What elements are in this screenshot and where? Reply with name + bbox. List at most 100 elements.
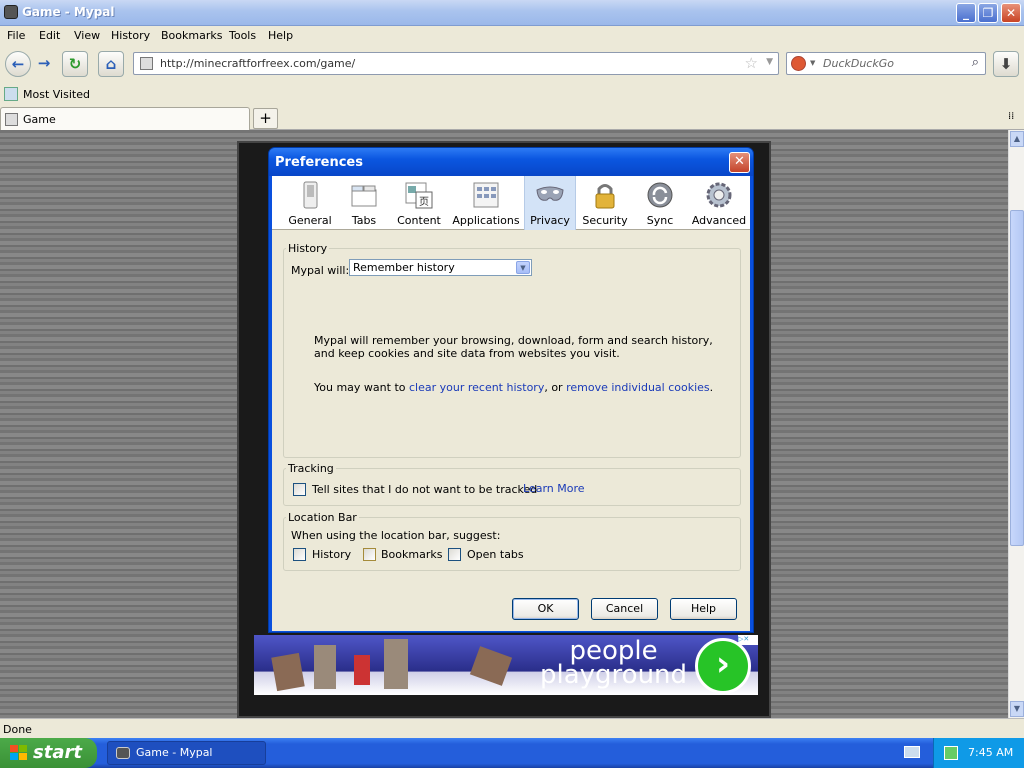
tab-security[interactable]: Security — [578, 176, 632, 230]
home-button[interactable]: ⌂ — [98, 51, 124, 77]
history-mode-label: Mypal will: — [291, 264, 350, 277]
clear-recent-history-link[interactable]: clear your recent history — [409, 381, 544, 394]
dialog-title: Preferences — [275, 155, 363, 170]
maximize-button[interactable]: ❐ — [978, 3, 998, 23]
history-mode-select[interactable]: Remember history ▼ — [349, 259, 532, 276]
menu-file[interactable]: File — [7, 29, 25, 42]
history-links-line: You may want to clear your recent histor… — [314, 381, 734, 394]
do-not-track-checkbox[interactable] — [293, 483, 306, 496]
downloads-button[interactable]: ⬇ — [993, 51, 1019, 77]
chevron-down-icon[interactable]: ▼ — [516, 261, 530, 274]
remove-individual-cookies-link[interactable]: remove individual cookies — [566, 381, 710, 394]
new-tab-button[interactable]: + — [253, 108, 278, 129]
tab-sync[interactable]: Sync — [634, 176, 686, 230]
clock[interactable]: 7:45 AM — [968, 738, 1013, 768]
suggest-history-checkbox[interactable] — [293, 548, 306, 561]
search-bar[interactable]: ▼ DuckDuckGo ⌕ — [786, 52, 986, 75]
suggest-open-tabs-checkbox[interactable] — [448, 548, 461, 561]
svg-text:页: 页 — [419, 196, 429, 208]
do-not-track-label[interactable]: Tell sites that I do not want to be trac… — [312, 483, 537, 496]
mypal-taskbar-icon — [116, 747, 130, 759]
suggest-history-label[interactable]: History — [312, 548, 351, 561]
url-dropdown-icon[interactable]: ▼ — [766, 57, 773, 67]
window-titlebar: Game - Mypal _ ❐ ✕ — [0, 0, 1024, 26]
period-text: . — [709, 381, 714, 394]
tab-bar: Game + ⁞⁞ — [0, 106, 1024, 130]
scroll-up-icon[interactable]: ▲ — [1010, 131, 1024, 147]
close-icon: ✕ — [734, 154, 745, 169]
forward-button[interactable]: → — [33, 51, 55, 77]
navigation-toolbar: ← → ↻ ⌂ http://minecraftforfreex.com/gam… — [0, 46, 1024, 84]
ad-ragdoll-figure — [354, 655, 370, 685]
preferences-dialog: Preferences ✕ General Tabs 页 Content App… — [268, 147, 754, 633]
bookmark-star-icon[interactable]: ☆ — [745, 54, 758, 72]
most-visited-icon — [4, 87, 18, 101]
location-bar-legend: Location Bar — [288, 511, 357, 524]
window-title: Game - Mypal — [22, 5, 115, 19]
tab-applications[interactable]: Applications — [450, 176, 522, 230]
list-all-tabs-icon[interactable]: ⁞⁞ — [1008, 111, 1014, 122]
ad-ragdoll-figure — [271, 652, 305, 692]
ad-ragdoll-figure — [469, 646, 513, 686]
ad-choices-icon[interactable]: ▷✕ — [738, 635, 758, 645]
site-favicon — [140, 57, 153, 70]
taskbar: start Game - Mypal 7:45 AM — [0, 738, 1024, 768]
tab-general[interactable]: General — [280, 176, 340, 230]
tracking-legend: Tracking — [288, 462, 334, 475]
help-button[interactable]: Help — [670, 598, 737, 620]
dialog-close-button[interactable]: ✕ — [729, 152, 750, 173]
ad-ragdoll-figure — [384, 639, 408, 689]
suggest-bookmarks-checkbox[interactable] — [363, 548, 376, 561]
search-icon[interactable]: ⌕ — [972, 55, 979, 70]
keyboard-icon[interactable] — [904, 746, 920, 758]
start-label: start — [33, 742, 82, 763]
tab-content[interactable]: 页 Content — [388, 176, 450, 230]
duckduckgo-icon[interactable] — [791, 56, 806, 71]
may-want-text: You may want to — [314, 381, 406, 394]
ad-banner[interactable]: people playground › ▷✕ — [254, 635, 758, 695]
suggest-bookmarks-label[interactable]: Bookmarks — [381, 548, 442, 561]
page-scrollbar[interactable]: ▲ ▼ — [1008, 130, 1024, 718]
tab-advanced[interactable]: Advanced — [688, 176, 750, 230]
menu-help[interactable]: Help — [268, 29, 293, 42]
menu-bar: File Edit View History Bookmarks Tools H… — [0, 26, 1024, 46]
cancel-button[interactable]: Cancel — [591, 598, 658, 620]
scrollbar-thumb[interactable] — [1010, 210, 1024, 546]
back-arrow-icon: ← — [11, 55, 25, 73]
menu-edit[interactable]: Edit — [39, 29, 60, 42]
most-visited-link[interactable]: Most Visited — [23, 88, 90, 101]
tabs-icon — [351, 185, 377, 207]
ok-button[interactable]: OK — [512, 598, 579, 620]
tab-tabs[interactable]: Tabs — [340, 176, 388, 230]
start-button[interactable]: start — [0, 738, 97, 768]
tab-privacy[interactable]: Privacy — [524, 176, 576, 230]
ad-arrow-icon[interactable]: › — [695, 638, 751, 694]
menu-view[interactable]: View — [74, 29, 100, 42]
download-arrow-icon: ⬇ — [999, 55, 1013, 73]
menu-history[interactable]: History — [111, 29, 150, 42]
tab-game[interactable]: Game — [0, 107, 250, 130]
close-button[interactable]: ✕ — [1001, 3, 1021, 23]
status-text: Done — [3, 723, 32, 736]
reload-button[interactable]: ↻ — [62, 51, 88, 77]
suggest-open-tabs-label[interactable]: Open tabs — [467, 548, 524, 561]
learn-more-link[interactable]: Learn More — [523, 482, 585, 495]
back-button[interactable]: ← — [5, 51, 31, 77]
search-placeholder: DuckDuckGo — [823, 57, 894, 70]
tab-favicon — [5, 113, 18, 126]
menu-bookmarks[interactable]: Bookmarks — [161, 29, 222, 42]
or-text: , or — [544, 381, 563, 394]
lock-icon — [595, 184, 615, 209]
dialog-body: General Tabs 页 Content Applications Priv… — [272, 176, 750, 631]
tab-label: Game — [23, 113, 56, 126]
minimize-button[interactable]: _ — [956, 3, 976, 23]
location-bar-suggest-label: When using the location bar, suggest: — [291, 529, 501, 542]
scroll-down-icon[interactable]: ▼ — [1010, 701, 1024, 717]
url-bar[interactable]: http://minecraftforfreex.com/game/ ☆ ▼ — [133, 52, 779, 75]
network-icon[interactable] — [944, 746, 958, 760]
menu-tools[interactable]: Tools — [229, 29, 256, 42]
search-engine-dropdown-icon[interactable]: ▼ — [810, 59, 815, 67]
forward-arrow-icon: → — [37, 54, 51, 72]
taskbar-item-mypal[interactable]: Game - Mypal — [107, 741, 266, 765]
history-mode-value: Remember history — [353, 261, 455, 274]
